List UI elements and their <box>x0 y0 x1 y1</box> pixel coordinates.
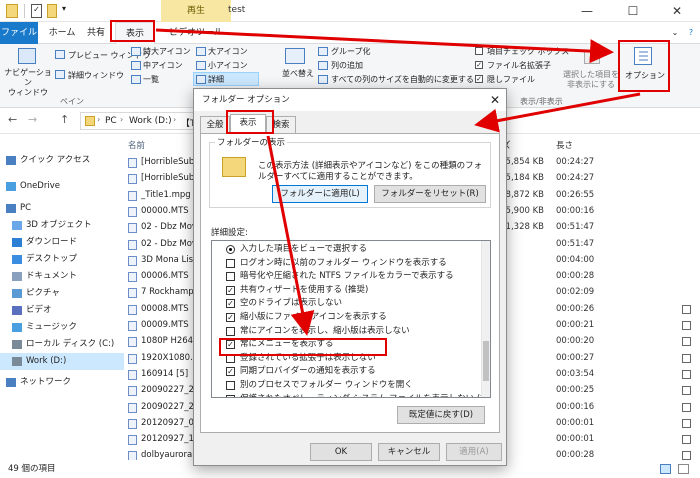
annotation-arrows <box>155 28 641 336</box>
arrow-to-setting <box>266 135 315 336</box>
arrow-to-options <box>155 28 614 64</box>
arrow-to-dialog <box>474 92 641 133</box>
